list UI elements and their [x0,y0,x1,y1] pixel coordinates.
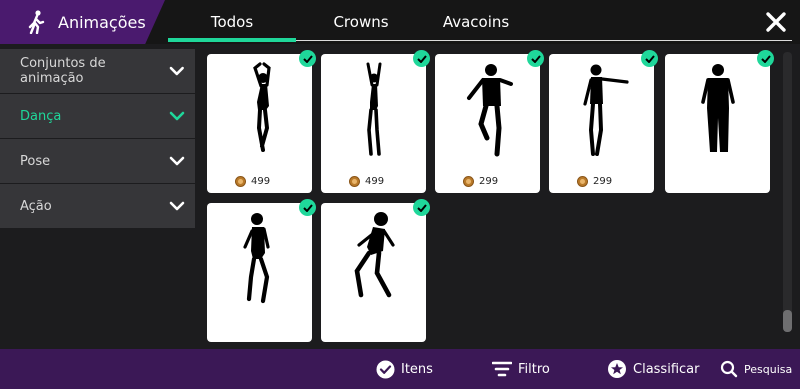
tab-crowns[interactable]: Crowns [296,0,426,44]
header: Animações Todos Crowns Avacoins [0,0,800,44]
title-tab: Animações [0,0,165,44]
dancer-silhouette-icon [467,64,513,157]
chevron-down-icon [169,156,185,166]
tab-avacoins[interactable]: Avacoins [426,0,526,44]
bottom-toolbar: Itens Filtro Classificar Pesquisa [0,349,800,389]
sidebar-item-label: Conjuntos de animação [20,56,106,86]
dancer-silhouette-icon [701,64,735,152]
sidebar-item-danca[interactable]: Dança [0,94,195,138]
sidebar-item-label: Ação [20,198,52,214]
animation-card[interactable] [321,199,430,342]
items-button[interactable]: Itens [376,349,433,389]
active-tab-indicator [168,38,296,42]
scrollbar[interactable] [783,52,792,332]
avacoin-icon [577,176,588,187]
search-label: Pesquisa [744,362,793,376]
dancer-silhouette-icon [583,64,629,156]
sort-label: Classificar [633,361,700,377]
sort-star-icon [608,360,626,378]
search-icon [720,360,738,378]
price-tag: 299 [463,176,498,187]
price-tag: 299 [577,176,612,187]
checkmark-icon [527,50,544,67]
filter-icon [492,361,512,377]
chevron-down-icon [170,66,185,76]
sidebar-item-label: Pose [20,153,51,169]
walking-person-icon [28,10,45,34]
checkmark-icon [757,50,774,67]
header-divider [296,40,792,41]
price-value: 299 [479,176,499,187]
checkmark-circle-icon [376,360,395,378]
price-value: 499 [365,176,385,187]
animation-card[interactable]: 299 [435,50,544,193]
dancer-silhouette-icon [253,62,271,152]
dancer-silhouette-icon [354,212,395,298]
app-root: Animações Todos Crowns Avacoins Conjunto… [0,0,800,389]
sidebar-item-conjuntos[interactable]: Conjuntos de animação [0,49,195,93]
checkmark-icon [413,199,430,216]
animation-card[interactable]: 499 [207,50,316,193]
checkmark-icon [641,50,658,67]
checkmark-icon [299,199,316,216]
sidebar-item-acao[interactable]: Ação [0,184,195,228]
animation-card[interactable]: 499 [321,50,430,193]
search-button[interactable]: Pesquisa [720,349,792,389]
dancer-silhouette-icon [366,62,382,156]
page-title: Animações [58,12,146,32]
price-value: 299 [593,176,613,187]
avacoin-icon [349,176,360,187]
avacoin-icon [235,176,246,187]
checkmark-icon [413,50,430,67]
scrollbar-thumb[interactable] [783,310,792,332]
dancer-silhouette-icon [243,213,270,304]
chevron-down-icon [169,111,185,121]
checkmark-icon [299,50,316,67]
sidebar-item-label: Dança [20,108,62,124]
animation-card[interactable] [665,50,774,193]
animation-card[interactable]: 299 [549,50,658,193]
items-label: Itens [401,361,433,377]
filter-label: Filtro [518,361,550,377]
price-tag: 499 [235,176,270,187]
filter-button[interactable]: Filtro [492,349,550,389]
animation-card[interactable] [207,199,316,342]
chevron-down-icon [169,201,185,211]
avacoin-icon [463,176,474,187]
price-tag: 499 [349,176,384,187]
sidebar-item-pose[interactable]: Pose [0,139,195,183]
category-sidebar: Conjuntos de animação Dança Pose Ação [0,49,195,229]
price-value: 499 [251,176,271,187]
close-icon[interactable] [762,8,790,36]
sort-button[interactable]: Classificar [607,349,699,389]
